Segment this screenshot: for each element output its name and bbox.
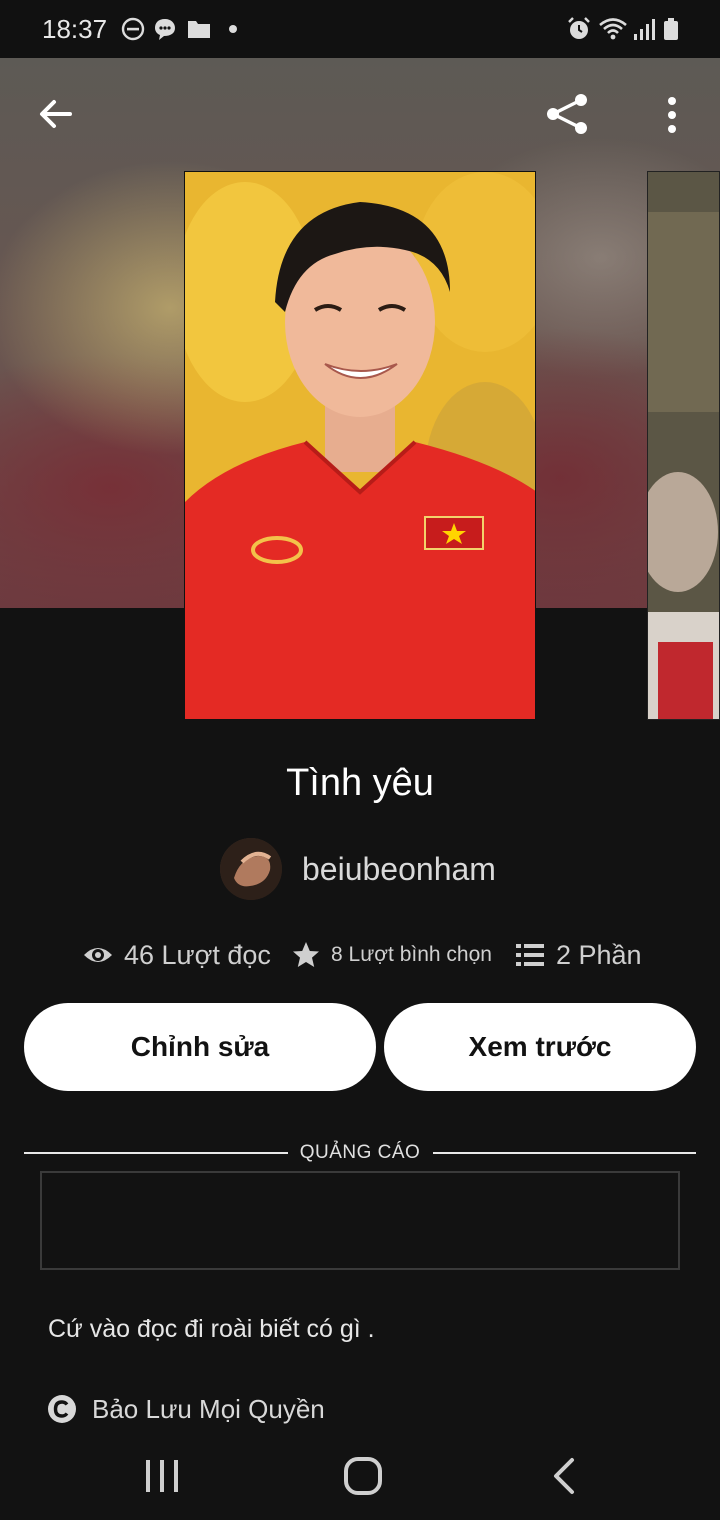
votes-count: 8 Lượt bình chọn (331, 943, 492, 966)
do-not-disturb-icon (121, 17, 145, 41)
reads-stat: 46 Lượt đọc (82, 936, 271, 974)
battery-icon (664, 18, 678, 40)
author-name[interactable]: beiubeonham (302, 851, 496, 888)
status-time: 18:37 (42, 14, 108, 44)
cover-photo (185, 172, 535, 719)
next-story-cover[interactable] (647, 171, 720, 720)
copyright-icon (48, 1395, 76, 1423)
star-icon (293, 942, 319, 967)
back-nav-icon[interactable] (534, 1446, 594, 1506)
copyright-label: Bảo Lưu Mọi Quyền (92, 1393, 325, 1424)
alarm-icon (568, 17, 590, 39)
wifi-icon (599, 18, 627, 40)
next-cover-photo (648, 172, 719, 719)
arrow-left-icon[interactable] (32, 90, 80, 138)
edit-button[interactable]: Chỉnh sửa (24, 1003, 376, 1091)
signal-icon (634, 19, 655, 40)
notification-dot (229, 25, 237, 33)
ad-container[interactable] (40, 1171, 680, 1270)
avatar-image (220, 838, 282, 900)
system-nav-bar (0, 1430, 720, 1520)
parts-count: 2 Phần (556, 939, 642, 970)
status-bar: 18:37 (0, 0, 720, 58)
ad-label: QUẢNG CÁO (299, 1142, 421, 1163)
story-cover[interactable] (184, 171, 536, 720)
parts-stat: 2 Phần (514, 936, 642, 974)
list-icon (516, 944, 544, 966)
story-title: Tình yêu (286, 762, 434, 804)
preview-button[interactable]: Xem trước (384, 1003, 696, 1091)
copyright-row: Bảo Lưu Mọi Quyền (46, 1392, 325, 1426)
votes-stat: 8 Lượt bình chọn (291, 936, 492, 974)
chat-icon (155, 19, 175, 40)
folder-icon (188, 21, 210, 38)
recent-apps-icon[interactable] (132, 1446, 192, 1506)
more-vertical-icon[interactable] (648, 90, 696, 138)
story-description: Cứ vào đọc đi roài biết có gì . (48, 1315, 375, 1343)
share-icon[interactable] (543, 90, 591, 138)
eye-icon (84, 948, 112, 962)
author-row[interactable]: beiubeonham (220, 838, 496, 900)
reads-count: 46 Lượt đọc (124, 939, 271, 970)
home-icon[interactable] (333, 1446, 393, 1506)
author-avatar[interactable] (220, 838, 282, 900)
